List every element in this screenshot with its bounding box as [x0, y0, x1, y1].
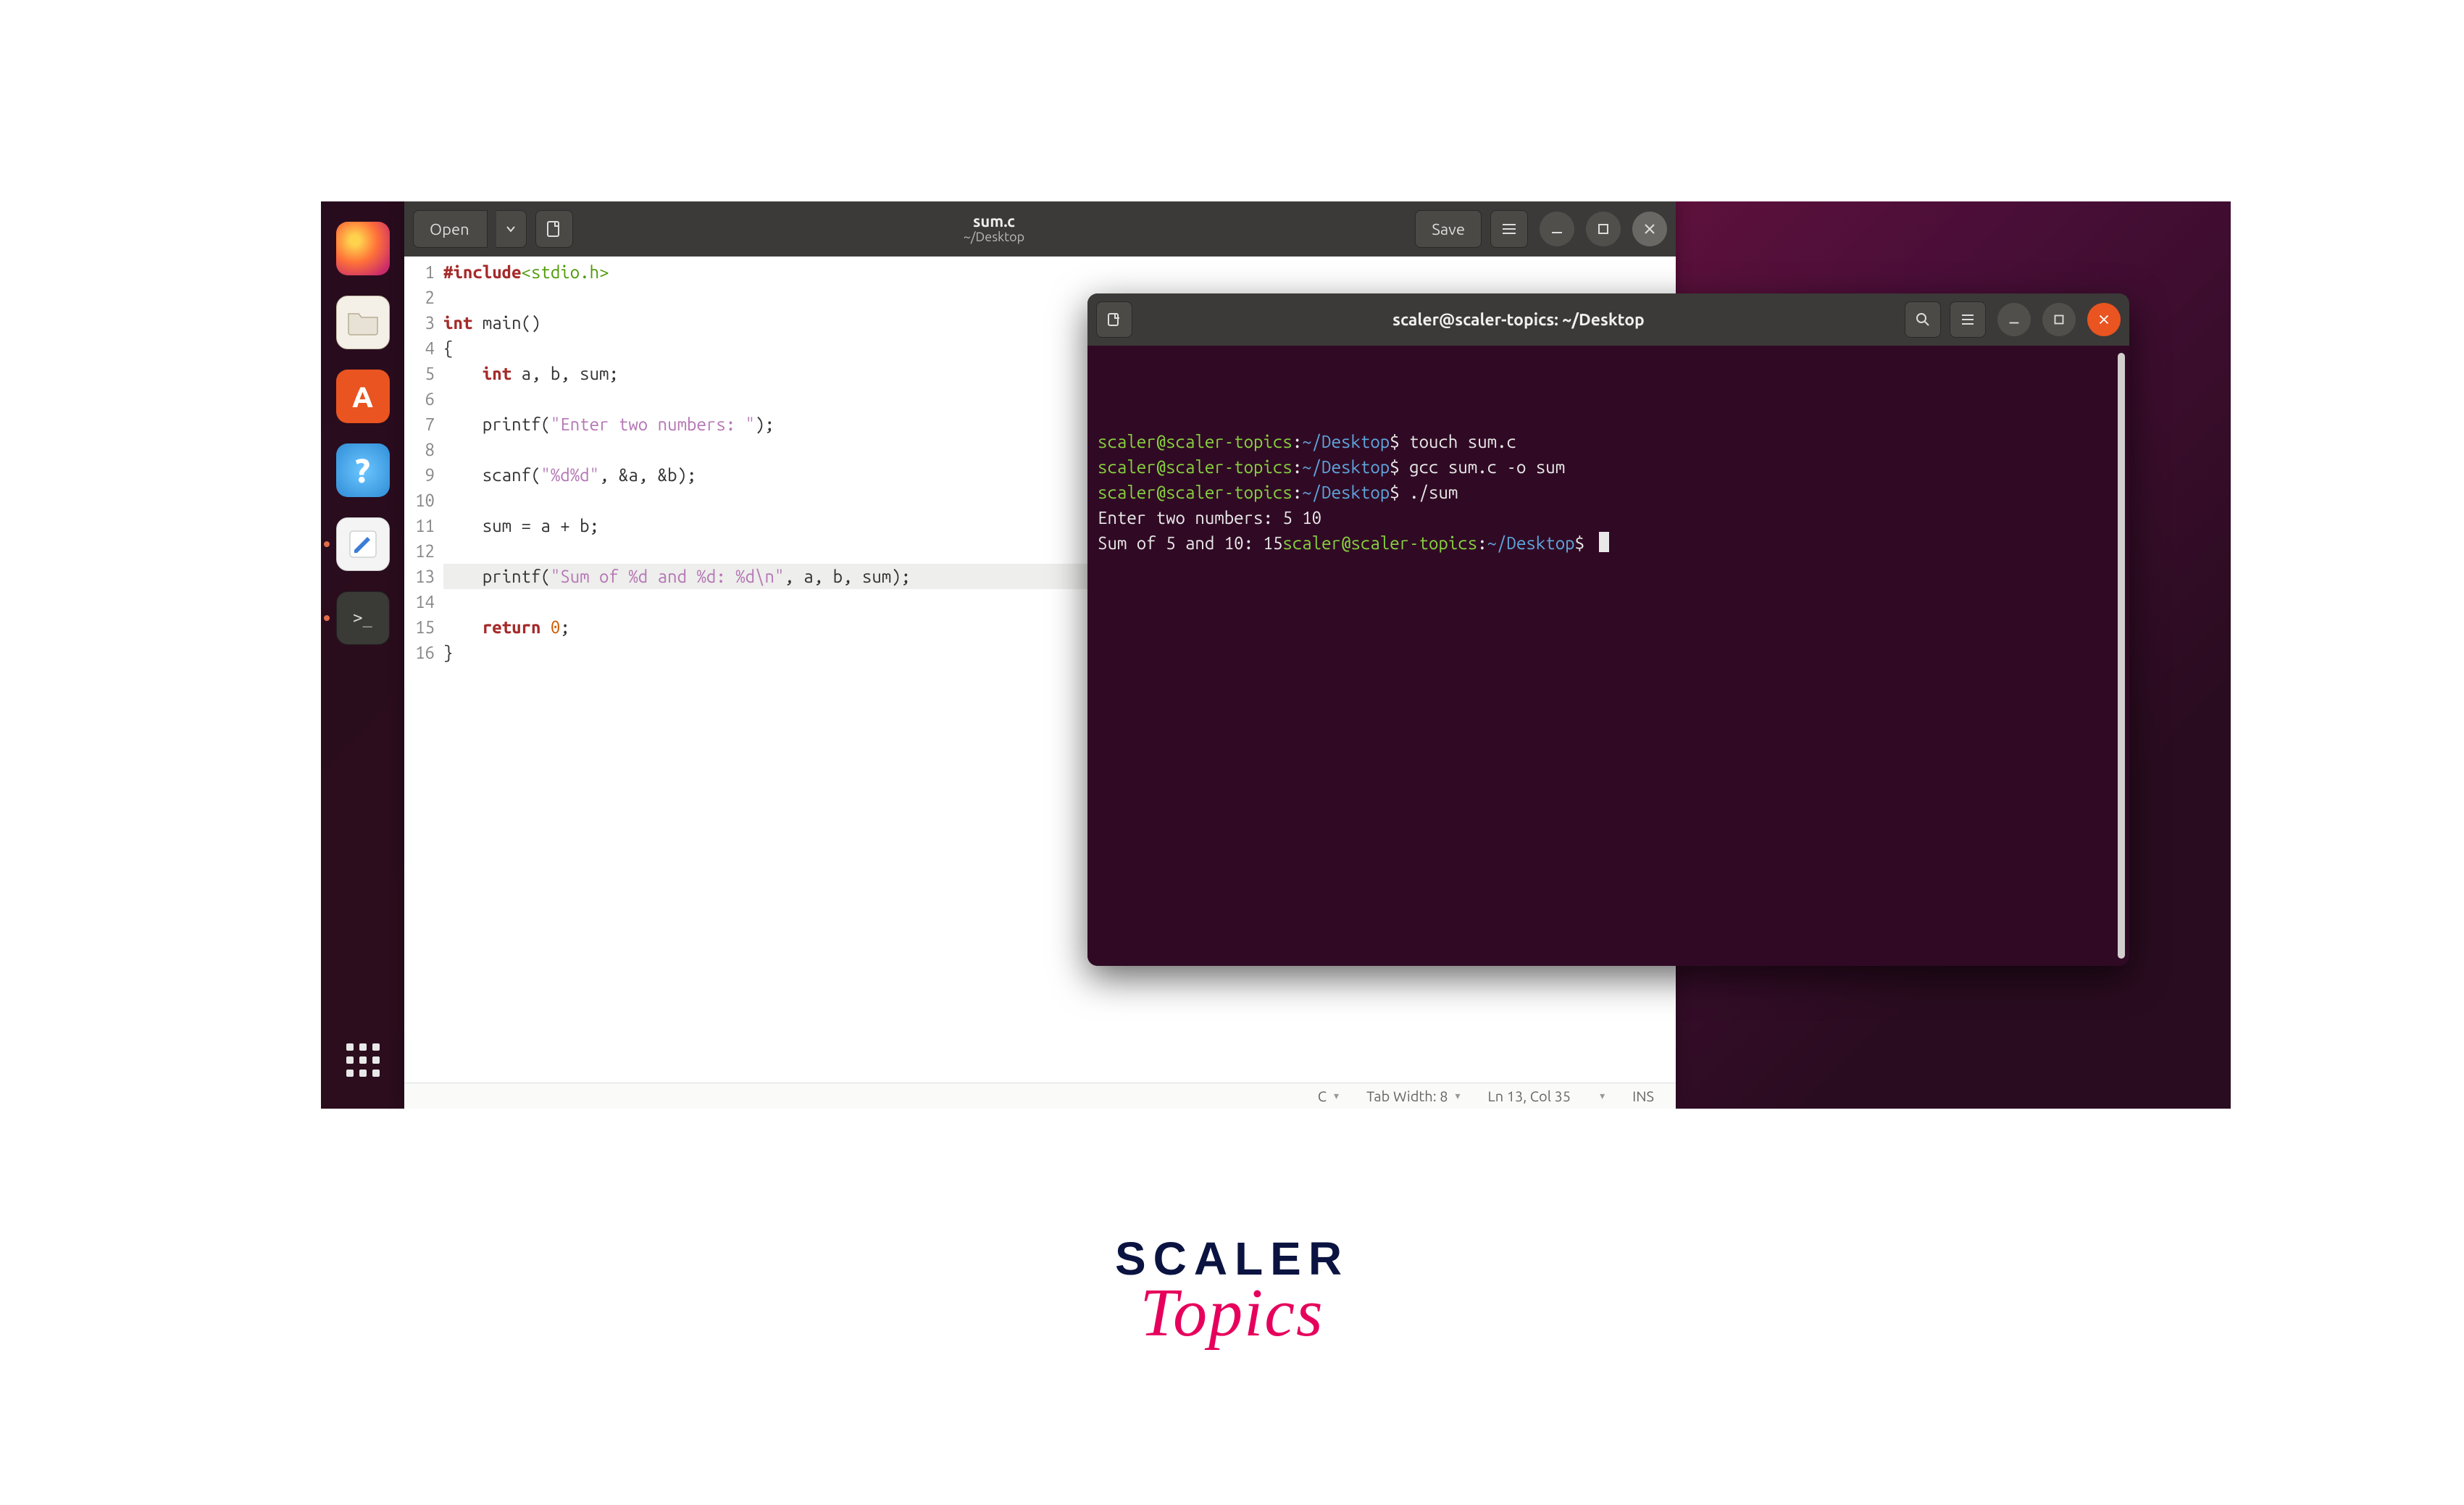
scaler-topics-logo: SCALER Topics: [1115, 1232, 1349, 1352]
dock: A ? >_: [321, 201, 404, 1109]
status-lang[interactable]: C▾: [1318, 1088, 1339, 1104]
menu-icon: [1960, 312, 1976, 328]
hamburger-menu[interactable]: [1950, 301, 1986, 338]
line-number: 7: [404, 412, 435, 437]
open-dropdown[interactable]: [496, 210, 527, 248]
gedit-path: ~/Desktop: [582, 230, 1407, 245]
chevron-down-icon: ▾: [1600, 1090, 1605, 1102]
dock-firefox[interactable]: [336, 222, 390, 275]
status-bar: C▾ Tab Width: 8▾ Ln 13, Col 35▾ INS: [404, 1083, 1676, 1109]
terminal-title: scaler@scaler-topics: ~/Desktop: [1141, 311, 1896, 329]
close-button[interactable]: [2087, 303, 2121, 336]
hamburger-menu[interactable]: [1490, 210, 1528, 248]
dock-software[interactable]: A: [336, 370, 390, 423]
gedit-filename: sum.c: [582, 213, 1407, 230]
line-number: 15: [404, 614, 435, 640]
cursor-icon: [1599, 532, 1609, 552]
maximize-icon: [1595, 220, 1612, 238]
new-tab-button[interactable]: [535, 210, 573, 248]
close-icon: [2096, 312, 2112, 328]
line-number: 6: [404, 386, 435, 412]
show-apps-button[interactable]: [336, 1033, 390, 1087]
line-number: 12: [404, 538, 435, 564]
line-number: 3: [404, 310, 435, 335]
help-q-icon: ?: [355, 451, 370, 489]
line-number: 11: [404, 513, 435, 538]
line-number: 13: [404, 564, 435, 589]
maximize-button[interactable]: [2042, 303, 2076, 336]
running-indicator-icon: [324, 615, 330, 621]
minimize-button[interactable]: [1997, 303, 2031, 336]
gedit-titlebar[interactable]: Open sum.c ~/Desktop Save: [404, 201, 1676, 257]
terminal-line: Enter two numbers: 5 10: [1098, 505, 2119, 530]
scrollbar[interactable]: [2118, 353, 2125, 959]
terminal-line: scaler@scaler-topics:~/Desktop$ gcc sum.…: [1098, 454, 2119, 480]
status-tabwidth[interactable]: Tab Width: 8▾: [1366, 1088, 1460, 1104]
dock-terminal[interactable]: >_: [336, 591, 390, 645]
search-button[interactable]: [1905, 301, 1941, 338]
dock-gedit[interactable]: [336, 517, 390, 571]
minimize-icon: [2006, 312, 2022, 328]
close-button[interactable]: [1632, 212, 1667, 246]
open-button[interactable]: Open: [413, 210, 488, 248]
chevron-down-icon: ▾: [1334, 1090, 1339, 1102]
gedit-pencil-icon: [347, 528, 379, 560]
line-number: 16: [404, 640, 435, 665]
line-gutter: 12345678910111213141516: [404, 257, 440, 1083]
terminal-line: scaler@scaler-topics:~/Desktop$ ./sum: [1098, 480, 2119, 505]
code-line[interactable]: #include<stdio.h>: [443, 259, 1676, 285]
status-position[interactable]: Ln 13, Col 35▾: [1488, 1088, 1605, 1104]
maximize-button[interactable]: [1586, 212, 1621, 246]
software-a-icon: A: [352, 380, 373, 413]
chevron-down-icon: ▾: [1455, 1090, 1460, 1102]
line-number: 4: [404, 335, 435, 361]
menu-icon: [1500, 220, 1518, 238]
line-number: 14: [404, 589, 435, 614]
dock-files[interactable]: [336, 296, 390, 349]
folder-icon: [347, 309, 379, 335]
line-number: 5: [404, 361, 435, 386]
terminal-body[interactable]: scaler@scaler-topics:~/Desktop$ touch su…: [1087, 346, 2129, 966]
terminal-line: scaler@scaler-topics:~/Desktop$ touch su…: [1098, 429, 2119, 454]
chevron-down-icon: [505, 223, 517, 235]
line-number: 9: [404, 462, 435, 488]
new-tab-button[interactable]: [1096, 301, 1132, 338]
line-number: 2: [404, 285, 435, 310]
line-number: 10: [404, 488, 435, 513]
maximize-icon: [2051, 312, 2067, 328]
minimize-icon: [1548, 220, 1566, 238]
terminal-line: Sum of 5 and 10: 15scaler@scaler-topics:…: [1098, 530, 2119, 556]
terminal-titlebar[interactable]: scaler@scaler-topics: ~/Desktop: [1087, 293, 2129, 346]
status-insert: INS: [1632, 1088, 1654, 1104]
close-icon: [1641, 220, 1658, 238]
running-indicator-icon: [324, 541, 330, 547]
line-number: 8: [404, 437, 435, 462]
terminal-window: scaler@scaler-topics: ~/Desktop scaler@s…: [1087, 293, 2129, 966]
new-tab-icon: [1106, 311, 1123, 328]
save-button[interactable]: Save: [1415, 210, 1482, 248]
new-document-icon: [545, 220, 564, 238]
dock-help[interactable]: ?: [336, 443, 390, 497]
logo-line2: Topics: [1115, 1274, 1349, 1352]
search-icon: [1915, 312, 1931, 328]
line-number: 1: [404, 259, 435, 285]
terminal-prompt-icon: >_: [353, 609, 372, 628]
minimize-button[interactable]: [1540, 212, 1574, 246]
ubuntu-desktop: A ? >_ Open sum.c ~/: [321, 201, 2231, 1109]
gedit-title: sum.c ~/Desktop: [582, 213, 1407, 245]
